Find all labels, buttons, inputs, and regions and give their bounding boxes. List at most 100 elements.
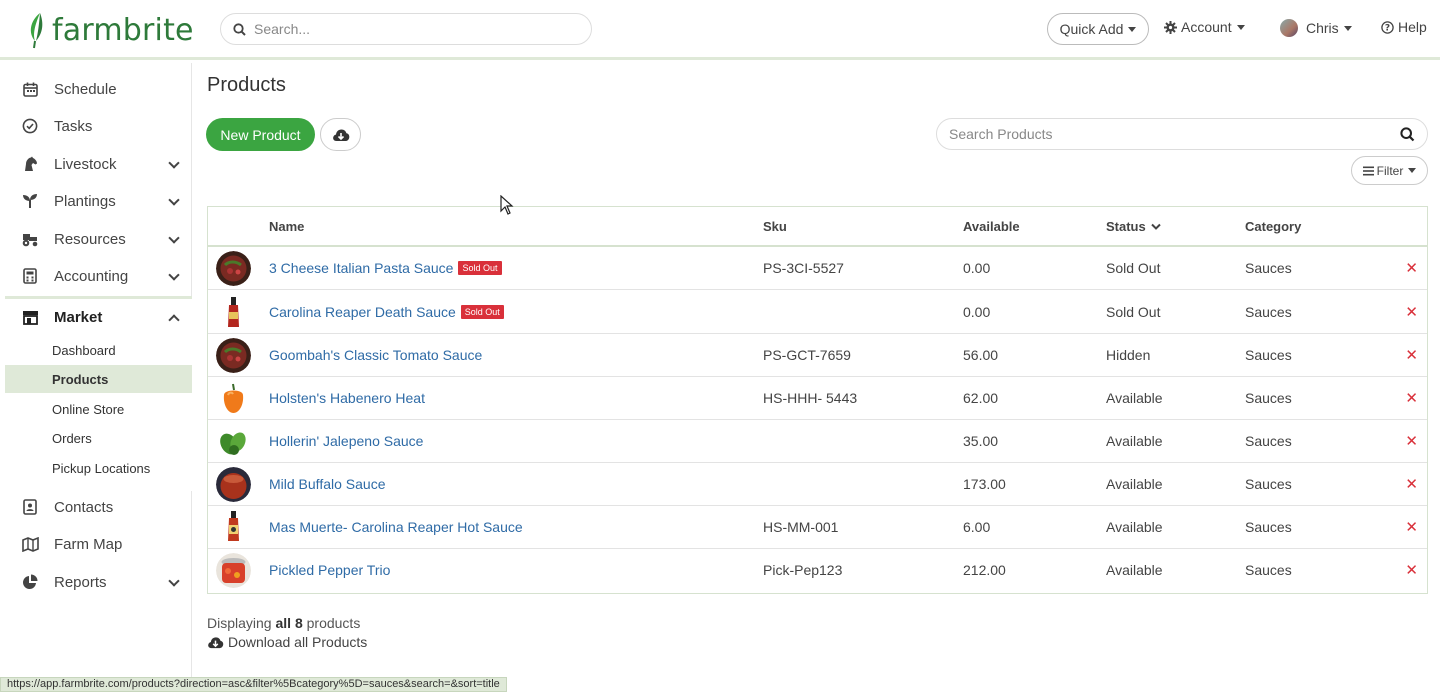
sidebar-subitem-online-store[interactable]: Online Store <box>5 395 192 423</box>
browser-status-url: https://app.farmbrite.com/products?direc… <box>0 677 507 692</box>
product-thumbnail[interactable] <box>216 467 251 502</box>
product-category: Sauces <box>1245 304 1292 320</box>
product-category: Sauces <box>1245 347 1292 363</box>
search-icon[interactable] <box>1400 127 1415 142</box>
column-header-sku[interactable]: Sku <box>763 219 787 234</box>
sidebar-subitem-dashboard[interactable]: Dashboard <box>5 336 192 364</box>
product-name-link[interactable]: Pickled Pepper Trio <box>269 562 390 578</box>
caret-down-icon <box>1343 25 1352 31</box>
delete-icon[interactable]: ✕ <box>1405 432 1418 450</box>
cloud-download-button[interactable] <box>320 118 361 151</box>
sidebar-item-plantings[interactable]: Plantings <box>5 183 192 219</box>
quick-add-button[interactable]: Quick Add <box>1047 13 1149 45</box>
displaying-all: all 8 <box>275 615 303 631</box>
caret-down-icon <box>1128 26 1137 32</box>
product-thumbnail[interactable] <box>216 510 251 545</box>
products-table: Name Sku Available Status Category 3 Che… <box>207 206 1428 594</box>
filter-label: Filter <box>1376 163 1404 178</box>
sidebar-subitem-products[interactable]: Products <box>5 365 192 393</box>
column-header-name[interactable]: Name <box>269 219 304 234</box>
search-products-input[interactable]: Search Products <box>936 118 1428 150</box>
sidebar-subitem-label: Products <box>52 371 109 387</box>
product-available: 6.00 <box>963 519 991 535</box>
top-bar: farmbrite Search... Quick Add Account Ch… <box>0 0 1440 60</box>
product-name-link[interactable]: Hollerin' Jalepeno Sauce <box>269 433 423 449</box>
product-available: 35.00 <box>963 433 999 449</box>
product-name: 3 Cheese Italian Pasta Sauce <box>269 260 454 276</box>
product-name: Carolina Reaper Death Sauce <box>269 304 456 320</box>
account-menu[interactable]: Account <box>1164 19 1245 35</box>
user-menu[interactable]: Chris <box>1280 19 1352 37</box>
product-thumbnail[interactable] <box>216 553 251 588</box>
delete-icon[interactable]: ✕ <box>1405 346 1418 364</box>
product-name-link[interactable]: Mild Buffalo Sauce <box>269 476 385 492</box>
chevron-up-icon <box>168 314 180 326</box>
delete-icon[interactable]: ✕ <box>1405 259 1418 277</box>
search-products-placeholder: Search Products <box>949 126 1053 142</box>
product-thumbnail[interactable] <box>216 424 251 459</box>
product-available: 0.00 <box>963 304 991 320</box>
sidebar-item-reports[interactable]: Reports <box>5 564 192 600</box>
mouse-cursor-icon <box>500 195 514 215</box>
sidebar-item-accounting[interactable]: Accounting <box>5 258 192 294</box>
product-name-link[interactable]: Holsten's Habenero Heat <box>269 390 425 406</box>
sidebar-item-market[interactable]: Market <box>5 299 192 335</box>
sidebar-item-schedule[interactable]: Schedule <box>5 71 192 107</box>
cloud-download-icon <box>208 636 224 648</box>
sidebar-item-livestock[interactable]: Livestock <box>5 146 192 182</box>
product-thumbnail[interactable] <box>216 338 251 373</box>
product-status: Sold Out <box>1106 304 1161 320</box>
product-name-link[interactable]: 3 Cheese Italian Pasta Sauce Sold Out <box>269 260 502 276</box>
delete-icon[interactable]: ✕ <box>1405 518 1418 536</box>
status-header-label: Status <box>1106 219 1146 234</box>
sidebar-item-resources[interactable]: Resources <box>5 221 192 257</box>
help-link[interactable]: ? Help <box>1381 19 1427 35</box>
chevron-down-icon <box>168 232 180 244</box>
table-row: Hollerin' Jalepeno Sauce 35.00 Available… <box>208 420 1427 463</box>
delete-icon[interactable]: ✕ <box>1405 475 1418 493</box>
product-sku: Pick-Pep123 <box>763 562 843 578</box>
delete-icon[interactable]: ✕ <box>1405 389 1418 407</box>
search-icon <box>233 22 246 36</box>
download-all-label: Download all Products <box>228 634 368 650</box>
address-book-icon <box>21 498 39 516</box>
sidebar-item-contacts[interactable]: Contacts <box>5 489 192 525</box>
table-row: Pickled Pepper Trio Pick-Pep123 212.00 A… <box>208 549 1427 592</box>
sidebar-item-label: Contacts <box>54 498 114 516</box>
sidebar-subitem-orders[interactable]: Orders <box>5 424 192 452</box>
product-thumbnail[interactable] <box>216 251 251 286</box>
product-available: 62.00 <box>963 390 999 406</box>
cloud-download-icon <box>332 129 349 141</box>
product-category: Sauces <box>1245 260 1292 276</box>
sidebar-subitem-pickup-locations[interactable]: Pickup Locations <box>5 454 192 482</box>
product-name-link[interactable]: Goombah's Classic Tomato Sauce <box>269 347 482 363</box>
table-row: Goombah's Classic Tomato Sauce PS-GCT-76… <box>208 334 1427 377</box>
product-status: Available <box>1106 390 1163 406</box>
account-label: Account <box>1181 19 1232 35</box>
store-icon <box>21 308 39 326</box>
product-name-link[interactable]: Mas Muerte- Carolina Reaper Hot Sauce <box>269 519 523 535</box>
sidebar-item-farm-map[interactable]: Farm Map <box>5 526 192 562</box>
brand-name: farmbrite <box>52 12 194 48</box>
column-header-available[interactable]: Available <box>963 219 1020 234</box>
download-all-link[interactable]: Download all Products <box>207 634 367 650</box>
delete-icon[interactable]: ✕ <box>1405 303 1418 321</box>
product-name-link[interactable]: Carolina Reaper Death Sauce Sold Out <box>269 304 504 320</box>
table-header: Name Sku Available Status Category <box>208 207 1427 247</box>
delete-icon[interactable]: ✕ <box>1405 561 1418 579</box>
product-thumbnail[interactable] <box>216 381 251 416</box>
sidebar-item-label: Livestock <box>54 155 117 173</box>
column-header-status[interactable]: Status <box>1106 219 1162 234</box>
sidebar-item-label: Accounting <box>54 267 129 285</box>
product-available: 212.00 <box>963 562 1006 578</box>
filter-button[interactable]: Filter <box>1351 156 1428 185</box>
sidebar-item-tasks[interactable]: Tasks <box>5 108 192 144</box>
new-product-button[interactable]: New Product <box>206 118 315 151</box>
global-search-input[interactable]: Search... <box>220 13 592 45</box>
sidebar-subitem-label: Dashboard <box>52 342 116 358</box>
product-thumbnail[interactable] <box>216 295 251 330</box>
product-available: 56.00 <box>963 347 999 363</box>
column-header-category[interactable]: Category <box>1245 219 1301 234</box>
list-icon <box>1362 166 1374 175</box>
farmbrite-logo[interactable]: farmbrite <box>26 10 194 50</box>
